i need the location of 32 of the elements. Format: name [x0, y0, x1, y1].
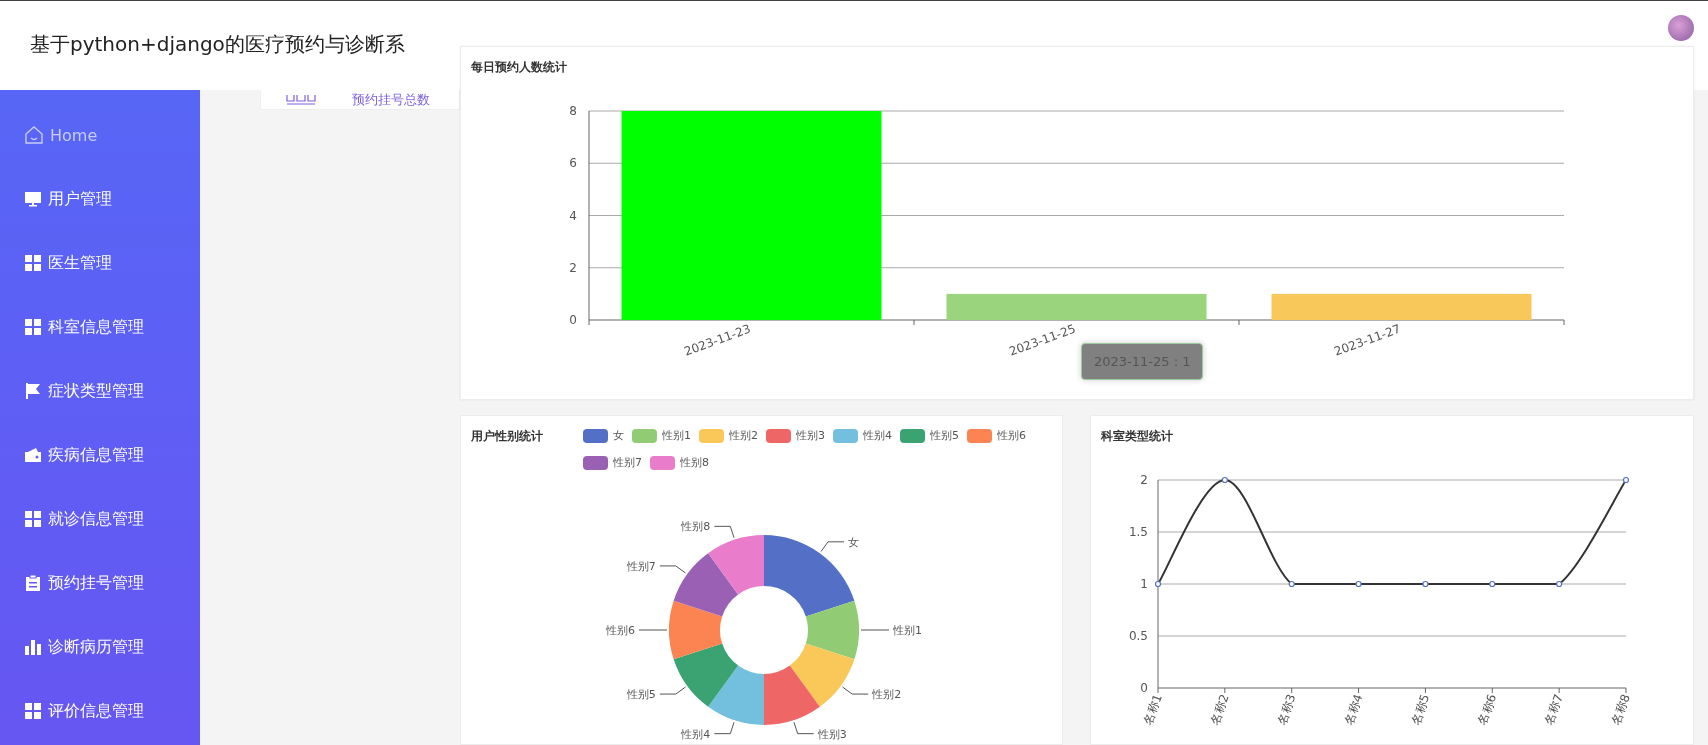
- chart-title: 每日预约人数统计: [471, 59, 568, 76]
- axis-tick-label: 1: [1140, 577, 1148, 591]
- slice-label: 性别6: [606, 624, 635, 637]
- axis-tick-label: 0: [569, 313, 577, 327]
- axis-tick-label: 名称4: [1341, 692, 1366, 727]
- slice-label: 性别5: [626, 688, 656, 702]
- slice-label: 性别4: [681, 727, 711, 741]
- slice-label: 性别8: [681, 520, 711, 534]
- slice-label: 性别1: [893, 624, 922, 637]
- slice-label: 性别2: [872, 688, 902, 702]
- slice-label: 性别7: [626, 559, 656, 573]
- axis-tick-label: 名称3: [1274, 692, 1299, 727]
- axis-tick-label: 名称7: [1542, 692, 1566, 727]
- axis-tick-label: 名称2: [1207, 692, 1232, 727]
- axis-tick-label: 名称1: [1140, 692, 1165, 727]
- axis-tick-label: 名称8: [1608, 692, 1633, 727]
- axis-tick-label: 名称6: [1475, 692, 1500, 727]
- stat-label: 预约挂号总数: [352, 90, 430, 109]
- chart-title: 用户性别统计: [471, 428, 543, 445]
- chart-title: 科室类型统计: [1101, 428, 1174, 445]
- axis-tick-label: 2: [569, 260, 577, 275]
- axis-tick-label: 4: [569, 208, 577, 223]
- slice-label: 女: [848, 535, 860, 549]
- axis-tick-label: 8: [569, 104, 577, 118]
- axis-tick-label: 1.5: [1128, 525, 1148, 539]
- axis-tick-label: 名称5: [1408, 692, 1433, 727]
- axis-tick-label: 0: [1140, 681, 1148, 695]
- axis-tick-label: 0.5: [1128, 629, 1148, 643]
- axis-tick-label: 2: [1140, 473, 1148, 487]
- axis-tick-label: 6: [569, 156, 577, 171]
- app-title: 基于python+django的医疗预约与诊断系: [30, 31, 405, 58]
- slice-label: 性别3: [817, 727, 847, 741]
